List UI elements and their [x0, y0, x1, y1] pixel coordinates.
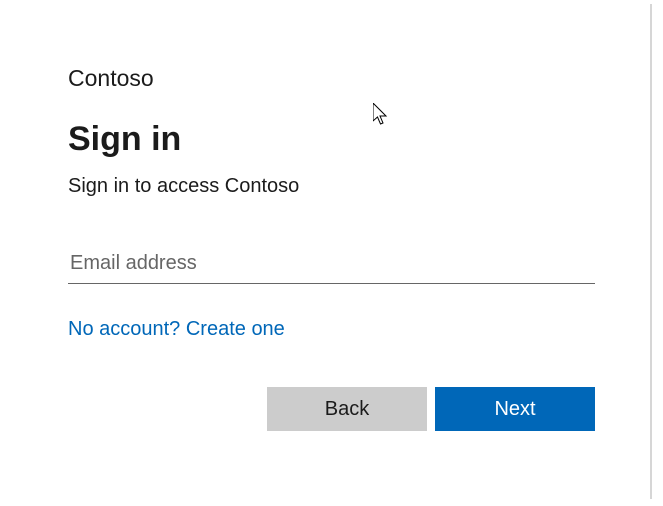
scrollbar-track [650, 4, 652, 499]
page-title: Sign in [68, 120, 595, 159]
create-account-link[interactable]: No account? Create one [68, 318, 285, 341]
email-input[interactable] [68, 246, 595, 284]
button-row: Back Next [68, 387, 595, 431]
page-subtitle: Sign in to access Contoso [68, 175, 595, 198]
back-button[interactable]: Back [267, 387, 427, 431]
next-button[interactable]: Next [435, 387, 595, 431]
signin-panel: Contoso Sign in Sign in to access Contos… [0, 0, 663, 431]
brand-name: Contoso [68, 65, 595, 92]
